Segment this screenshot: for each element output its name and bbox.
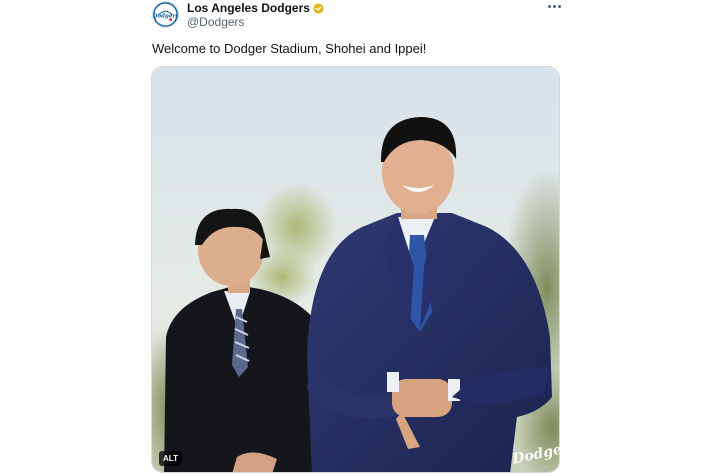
- more-options-icon[interactable]: [546, 0, 562, 12]
- alt-text-badge[interactable]: ALT: [159, 451, 182, 466]
- dodgers-logo-icon: Dodgers: [153, 2, 178, 27]
- user-handle[interactable]: @Dodgers: [187, 15, 245, 29]
- verified-badge-icon: [313, 2, 324, 14]
- svg-text:Dodgers: Dodgers: [153, 13, 178, 19]
- dodgers-logo-avatar[interactable]: Dodgers: [152, 1, 179, 28]
- tweet: Dodgers Los Angeles Dodgers @Dodgers Wel…: [0, 0, 714, 476]
- tweet-photo[interactable]: [151, 66, 560, 473]
- photo-illustration: [152, 67, 559, 472]
- tweet-text: Welcome to Dodger Stadium, Shohei and Ip…: [152, 41, 427, 56]
- display-name-text[interactable]: Los Angeles Dodgers: [187, 1, 310, 15]
- display-name[interactable]: Los Angeles Dodgers: [187, 1, 324, 15]
